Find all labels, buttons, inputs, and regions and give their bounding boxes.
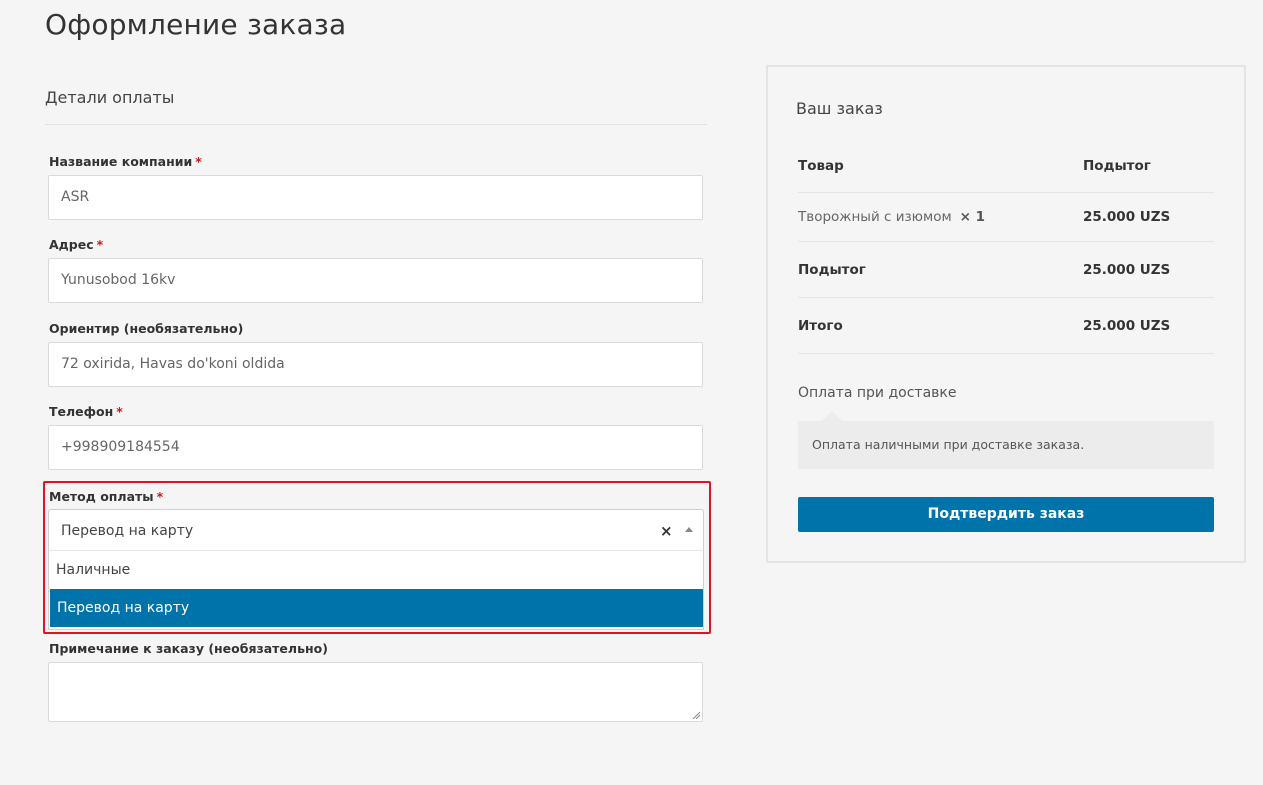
- payment-method-label: Метод оплаты *: [49, 489, 163, 504]
- phone-label: Телефон *: [49, 404, 123, 419]
- table-row: Творожный с изюмом × 1 25.000 UZS: [798, 193, 1214, 242]
- total-value: 25.000 UZS: [1083, 318, 1171, 334]
- total-row: Итого 25.000 UZS: [798, 298, 1214, 354]
- subtotal-value: 25.000 UZS: [1083, 262, 1171, 278]
- note-label: Примечание к заказу (необязательно): [49, 641, 328, 656]
- company-input[interactable]: ASR: [48, 175, 703, 220]
- company-label: Название компании *: [49, 154, 202, 169]
- payment-method-dropdown: Наличные Перевод на карту: [48, 550, 704, 630]
- landmark-input[interactable]: 72 oxirida, Havas do'koni oldida: [48, 342, 703, 387]
- required-marker: *: [96, 237, 104, 252]
- order-note-textarea[interactable]: [48, 662, 703, 722]
- address-input[interactable]: Yunusobod 16kv: [48, 258, 703, 303]
- required-marker: *: [116, 404, 123, 419]
- clear-icon[interactable]: ×: [660, 522, 673, 540]
- column-header-subtotal: Подытог: [1083, 158, 1151, 174]
- payment-method-selected-value: Перевод на карту: [61, 523, 194, 539]
- product-qty: × 1: [959, 209, 986, 225]
- address-label: Адрес *: [49, 237, 103, 252]
- order-summary-panel: Ваш заказ Товар Подытог Творожный с изюм…: [766, 65, 1246, 563]
- table-header-row: Товар Подытог: [798, 145, 1214, 193]
- required-marker: *: [195, 154, 202, 169]
- payment-method-label-text: Метод оплаты: [49, 489, 154, 504]
- total-label: Итого: [798, 318, 843, 334]
- phone-label-text: Телефон: [49, 404, 114, 419]
- phone-input[interactable]: +998909184554: [48, 425, 703, 470]
- resize-handle-icon[interactable]: [692, 711, 700, 719]
- column-header-product: Товар: [798, 158, 844, 174]
- payment-description: Оплата наличными при доставке заказа.: [798, 411, 1214, 469]
- dropdown-option-cash[interactable]: Наличные: [49, 551, 703, 589]
- order-table: Товар Подытог Творожный с изюмом × 1 25.0…: [798, 145, 1214, 354]
- address-label-text: Адрес: [49, 237, 94, 252]
- product-name-text: Творожный с изюмом: [798, 209, 952, 225]
- order-heading: Ваш заказ: [796, 99, 883, 118]
- payment-method-option-label[interactable]: Оплата при доставке: [798, 385, 956, 401]
- page-title: Оформление заказа: [45, 8, 347, 41]
- payment-method-select[interactable]: Перевод на карту ×: [48, 509, 704, 553]
- landmark-label: Ориентир (необязательно): [49, 321, 244, 336]
- product-name: Творожный с изюмом × 1: [798, 209, 985, 225]
- subtotal-label: Подытог: [798, 262, 866, 278]
- dropdown-option-card-transfer[interactable]: Перевод на карту: [50, 589, 703, 627]
- required-marker: *: [156, 489, 164, 504]
- company-label-text: Название компании: [49, 154, 193, 169]
- confirm-order-button[interactable]: Подтвердить заказ: [798, 497, 1214, 532]
- divider: [45, 124, 707, 125]
- billing-heading: Детали оплаты: [45, 88, 175, 107]
- product-total: 25.000 UZS: [1083, 209, 1171, 225]
- chevron-up-icon[interactable]: [685, 527, 693, 532]
- subtotal-row: Подытог 25.000 UZS: [798, 242, 1214, 298]
